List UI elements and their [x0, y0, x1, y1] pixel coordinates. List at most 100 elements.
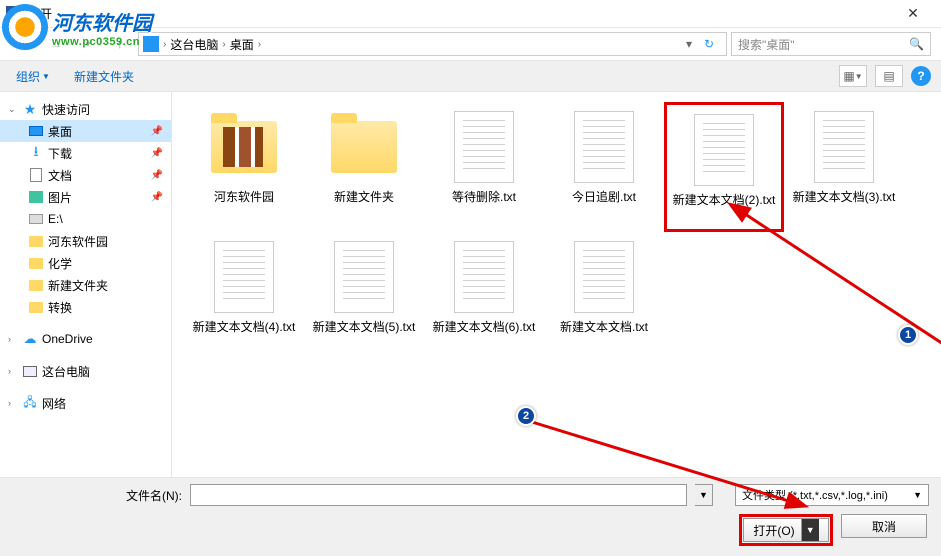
- document-icon: [30, 168, 42, 182]
- main-area: ⌄ ★ 快速访问 桌面 📌 ⭳ 下载 📌 文档 📌 图片 📌 E:\: [0, 92, 941, 477]
- folder-icon: [29, 258, 43, 269]
- search-icon[interactable]: 🔍: [909, 37, 924, 51]
- sidebar-item-folder[interactable]: 新建文件夹: [0, 274, 171, 296]
- file-item[interactable]: 新建文本文档(6).txt: [424, 232, 544, 362]
- help-button[interactable]: ?: [911, 66, 931, 86]
- star-icon: ★: [22, 102, 38, 116]
- sidebar: ⌄ ★ 快速访问 桌面 📌 ⭳ 下载 📌 文档 📌 图片 📌 E:\: [0, 92, 172, 477]
- drive-icon: [29, 214, 43, 224]
- file-item[interactable]: 新建文本文档(3).txt: [784, 102, 904, 232]
- chevron-right-icon: ›: [163, 39, 166, 50]
- bottom-panel: 文件名(N): ▼ 文件类型 (*.txt,*.csv,*.log,*.ini)…: [0, 477, 941, 556]
- file-item[interactable]: 新建文本文档.txt: [544, 232, 664, 362]
- annotation-number: 2: [516, 406, 536, 426]
- file-label: 新建文本文档.txt: [560, 320, 648, 336]
- file-label: 新建文本文档(6).txt: [433, 320, 536, 336]
- text-file-icon: [214, 241, 274, 313]
- view-details-button[interactable]: ▤: [875, 65, 903, 87]
- file-label: 今日追剧.txt: [572, 190, 636, 206]
- cancel-button[interactable]: 取消: [841, 514, 927, 538]
- logo-text: 河东软件园: [52, 7, 152, 36]
- address-bar[interactable]: › 这台电脑 › 桌面 › ▾ ↻: [138, 32, 727, 56]
- open-button[interactable]: 打开(O) ▼: [743, 518, 829, 542]
- folder-icon: [29, 236, 43, 247]
- filename-label: 文件名(N):: [12, 487, 182, 504]
- toolbar: 组织 ▼ 新建文件夹 ▦ ▼ ▤ ?: [0, 60, 941, 92]
- sidebar-item-drive[interactable]: E:\: [0, 208, 171, 230]
- chevron-down-icon: ▼: [42, 72, 50, 81]
- file-item[interactable]: 等待删除.txt: [424, 102, 544, 232]
- sidebar-onedrive[interactable]: › ☁ OneDrive: [0, 328, 171, 350]
- picture-icon: [29, 191, 43, 203]
- pin-icon: 📌: [151, 126, 163, 137]
- file-label: 等待删除.txt: [452, 190, 516, 206]
- open-split-dropdown[interactable]: ▼: [801, 519, 819, 541]
- filename-input[interactable]: [190, 484, 687, 506]
- sidebar-item-documents[interactable]: 文档 📌: [0, 164, 171, 186]
- text-file-icon: [574, 241, 634, 313]
- text-file-icon: [454, 111, 514, 183]
- sidebar-item-downloads[interactable]: ⭳ 下载 📌: [0, 142, 171, 164]
- file-item[interactable]: 今日追剧.txt: [544, 102, 664, 232]
- watermark-logo: 河东软件园 www.pc0359.cn: [2, 4, 152, 50]
- address-dropdown-icon[interactable]: ▾: [686, 37, 692, 51]
- annotation-highlight: 打开(O) ▼: [739, 514, 833, 546]
- breadcrumb-item[interactable]: 桌面: [230, 36, 254, 53]
- text-file-icon: [694, 114, 754, 186]
- file-item[interactable]: 新建文件夹: [304, 102, 424, 232]
- download-icon: ⭳: [28, 146, 44, 160]
- search-placeholder: 搜索"桌面": [738, 36, 795, 53]
- sidebar-item-folder[interactable]: 转换: [0, 296, 171, 318]
- pc-icon: [23, 366, 37, 377]
- file-pane[interactable]: 河东软件园 新建文件夹 等待删除.txt 今日追剧.txt 新建文本文档(2).txt 新…: [172, 92, 941, 477]
- sidebar-network[interactable]: › 🖧 网络: [0, 392, 171, 414]
- chevron-right-icon[interactable]: ›: [8, 398, 18, 408]
- close-button[interactable]: ✕: [893, 1, 933, 27]
- file-label: 新建文本文档(5).txt: [313, 320, 416, 336]
- logo-url: www.pc0359.cn: [52, 36, 152, 48]
- sidebar-item-pictures[interactable]: 图片 📌: [0, 186, 171, 208]
- logo-icon: [2, 4, 48, 50]
- sidebar-quick-access[interactable]: ⌄ ★ 快速访问: [0, 98, 171, 120]
- file-label: 新建文本文档(4).txt: [193, 320, 296, 336]
- file-label: 新建文本文档(2).txt: [673, 193, 776, 209]
- folder-icon: [331, 121, 397, 173]
- text-file-icon: [334, 241, 394, 313]
- chevron-down-icon: ▼: [913, 490, 922, 500]
- filename-dropdown[interactable]: ▼: [695, 484, 713, 506]
- cloud-icon: ☁: [22, 332, 38, 346]
- pin-icon: 📌: [151, 192, 163, 203]
- chevron-right-icon: ›: [258, 39, 261, 50]
- pin-icon: 📌: [151, 148, 163, 159]
- text-file-icon: [574, 111, 634, 183]
- refresh-icon[interactable]: ↻: [696, 37, 722, 51]
- file-item[interactable]: 新建文本文档(4).txt: [184, 232, 304, 362]
- sidebar-this-pc[interactable]: › 这台电脑: [0, 360, 171, 382]
- file-item[interactable]: 河东软件园: [184, 102, 304, 232]
- file-label: 新建文件夹: [334, 190, 394, 206]
- text-file-icon: [814, 111, 874, 183]
- file-item[interactable]: 新建文本文档(2).txt: [664, 102, 784, 232]
- sidebar-item-folder[interactable]: 化学: [0, 252, 171, 274]
- annotation-number: 1: [898, 325, 918, 345]
- file-label: 新建文本文档(3).txt: [793, 190, 896, 206]
- chevron-right-icon: ›: [222, 39, 225, 50]
- chevron-right-icon[interactable]: ›: [8, 366, 18, 376]
- sidebar-item-desktop[interactable]: 桌面 📌: [0, 120, 171, 142]
- new-folder-button[interactable]: 新建文件夹: [68, 64, 140, 89]
- chevron-down-icon[interactable]: ⌄: [8, 104, 18, 115]
- view-icons-button[interactable]: ▦ ▼: [839, 65, 867, 87]
- desktop-icon: [29, 126, 43, 136]
- file-label: 河东软件园: [214, 190, 274, 206]
- folder-icon: [29, 280, 43, 291]
- chevron-right-icon[interactable]: ›: [8, 334, 18, 344]
- organize-button[interactable]: 组织 ▼: [10, 64, 56, 89]
- text-file-icon: [454, 241, 514, 313]
- pin-icon: 📌: [151, 170, 163, 181]
- file-item[interactable]: 新建文本文档(5).txt: [304, 232, 424, 362]
- breadcrumb-item[interactable]: 这台电脑: [170, 36, 218, 53]
- folder-icon: [29, 302, 43, 313]
- sidebar-item-folder[interactable]: 河东软件园: [0, 230, 171, 252]
- search-input[interactable]: 搜索"桌面" 🔍: [731, 32, 931, 56]
- filetype-dropdown[interactable]: 文件类型 (*.txt,*.csv,*.log,*.ini) ▼: [735, 484, 929, 506]
